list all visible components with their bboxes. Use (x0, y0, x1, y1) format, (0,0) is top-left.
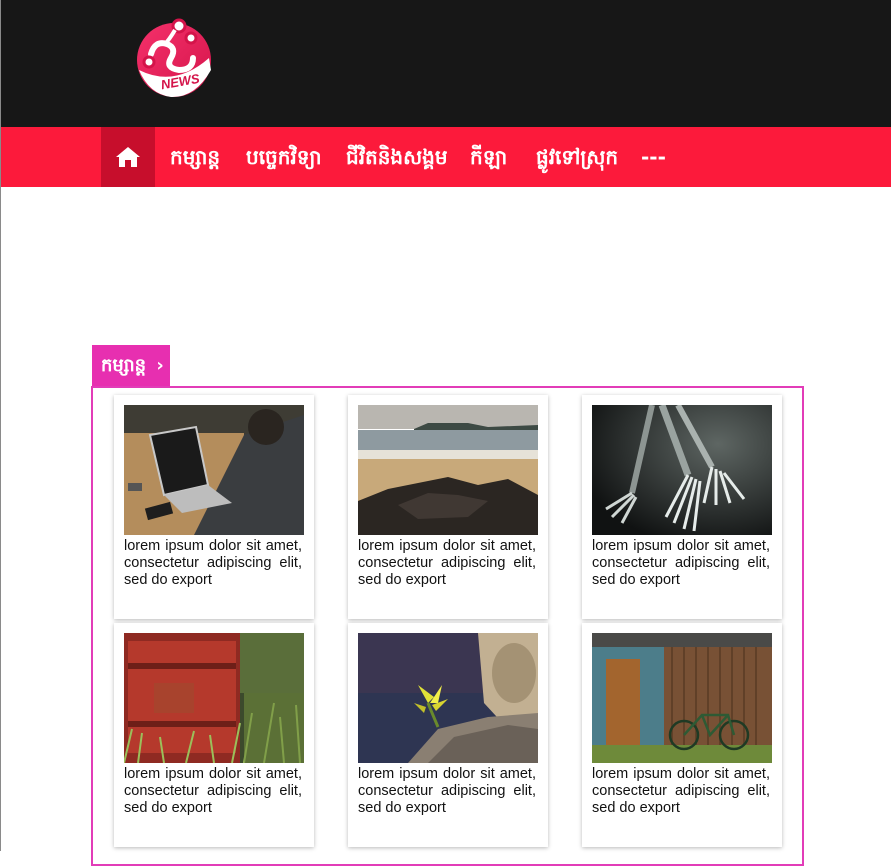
section-title: កម្សាន្ត (101, 355, 147, 376)
nav-item-travel[interactable]: ផ្លូវទៅស្រុក (536, 127, 618, 187)
article-caption[interactable]: lorem ipsum dolor sit amet, consectetur … (592, 538, 770, 589)
article-thumbnail[interactable] (358, 405, 538, 535)
beach-photo-icon (358, 405, 538, 535)
top-header: NEWS (1, 0, 891, 127)
article-thumbnail[interactable] (124, 633, 304, 763)
nav-item-technology[interactable]: បច្ចេកវិទ្យា (246, 127, 322, 187)
logo-icon: NEWS (137, 18, 211, 98)
article-card[interactable]: lorem ipsum dolor sit amet, consectetur … (114, 395, 314, 619)
nav-item-life-society[interactable]: ជីវិតនិងសង្គម (346, 127, 448, 187)
nav-item-entertainment[interactable]: កម្សាន្ត (170, 127, 220, 187)
article-card[interactable]: lorem ipsum dolor sit amet, consectetur … (582, 623, 782, 847)
article-caption[interactable]: lorem ipsum dolor sit amet, consectetur … (358, 766, 536, 817)
news-logo[interactable]: NEWS (135, 18, 213, 98)
chevron-right-icon: › (156, 355, 164, 376)
nav-item-more[interactable]: --- (641, 127, 666, 187)
article-thumbnail[interactable] (358, 633, 538, 763)
laptop-photo-icon (124, 405, 304, 535)
main-nav: កម្សាន្ត បច្ចេកវិទ្យា ជីវិតនិងសង្គម កីឡា… (1, 127, 891, 187)
forks-photo-icon (592, 405, 772, 535)
article-card[interactable]: lorem ipsum dolor sit amet, consectetur … (348, 623, 548, 847)
flower-on-wood-photo-icon (358, 633, 538, 763)
nav-home-button[interactable] (101, 127, 155, 187)
home-icon (116, 147, 140, 167)
article-card[interactable]: lorem ipsum dolor sit amet, consectetur … (348, 395, 548, 619)
article-caption[interactable]: lorem ipsum dolor sit amet, consectetur … (124, 766, 302, 817)
article-thumbnail[interactable] (124, 405, 304, 535)
article-card[interactable]: lorem ipsum dolor sit amet, consectetur … (114, 623, 314, 847)
article-caption[interactable]: lorem ipsum dolor sit amet, consectetur … (592, 766, 770, 817)
rusty-barrel-photo-icon (124, 633, 304, 763)
article-caption[interactable]: lorem ipsum dolor sit amet, consectetur … (124, 538, 302, 589)
article-thumbnail[interactable] (592, 405, 772, 535)
section-title-tab[interactable]: កម្សាន្ត › (92, 345, 170, 387)
article-caption[interactable]: lorem ipsum dolor sit amet, consectetur … (358, 538, 536, 589)
article-thumbnail[interactable] (592, 633, 772, 763)
nav-item-sports[interactable]: កីឡា (470, 127, 507, 187)
wooden-shed-bicycle-photo-icon (592, 633, 772, 763)
article-card[interactable]: lorem ipsum dolor sit amet, consectetur … (582, 395, 782, 619)
